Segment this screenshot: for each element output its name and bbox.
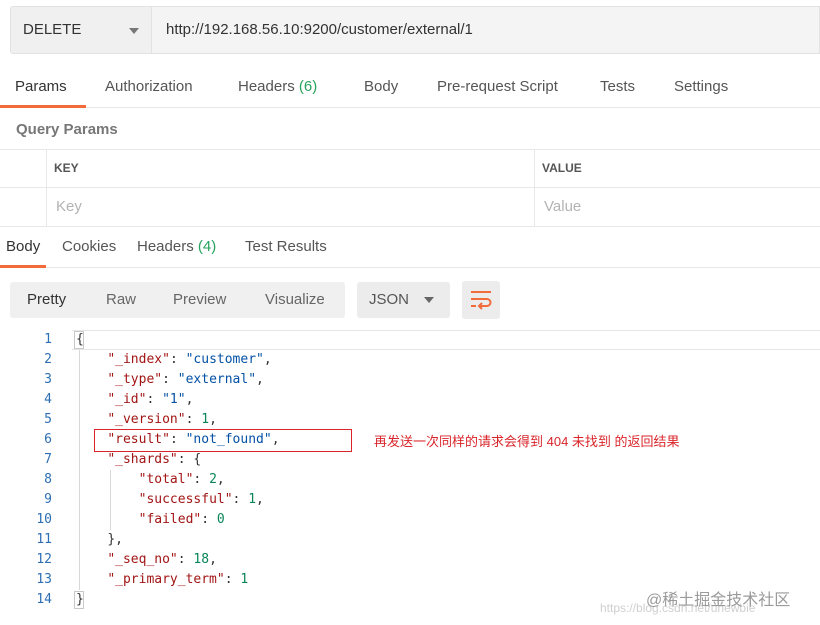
visualize-button[interactable]: Visualize <box>265 291 325 308</box>
code-line: "failed": 0 <box>138 512 225 527</box>
line-number: 1 <box>44 332 52 347</box>
format-label: JSON <box>369 291 410 308</box>
tab-settings[interactable]: Settings <box>674 78 728 95</box>
line-number: 12 <box>36 552 52 567</box>
column-divider <box>534 150 535 226</box>
line-number: 4 <box>44 392 52 407</box>
tab-response-headers[interactable]: Headers (4) <box>137 238 216 255</box>
code-line: "_index": "customer", <box>107 352 272 367</box>
tab-body[interactable]: Body <box>364 78 398 95</box>
view-mode-group: Pretty Raw Preview Visualize <box>10 282 345 318</box>
wrap-lines-button[interactable] <box>462 281 500 319</box>
code-line: "_seq_no": 18, <box>107 552 217 567</box>
chevron-down-icon <box>129 28 139 34</box>
tab-response-body[interactable]: Body <box>6 238 40 255</box>
code-line: "_primary_term": 1 <box>107 572 249 587</box>
line-number: 6 <box>44 432 52 447</box>
tab-tests[interactable]: Tests <box>600 78 635 95</box>
line-number: 3 <box>44 372 52 387</box>
tab-authorization[interactable]: Authorization <box>105 78 193 95</box>
annotation-highlight-box <box>94 429 352 452</box>
tab-test-results[interactable]: Test Results <box>245 238 327 255</box>
method-select[interactable]: DELETE <box>10 6 152 54</box>
headers-count: (6) <box>298 78 318 95</box>
pretty-button[interactable]: Pretty <box>27 291 66 308</box>
tab-pre-request-script[interactable]: Pre-request Script <box>437 78 558 95</box>
code-line: "_shards": { <box>107 452 202 467</box>
chevron-down-icon <box>424 297 434 303</box>
line-number: 5 <box>44 412 52 427</box>
code-line: "_type": "external", <box>107 372 264 387</box>
line-number: 13 <box>36 572 52 587</box>
table-header-row <box>0 150 820 188</box>
table-row <box>0 188 820 227</box>
line-number: 7 <box>44 452 52 467</box>
annotation-text: 再发送一次同样的请求会得到 404 未找到 的返回结果 <box>374 434 680 449</box>
query-params-title: Query Params <box>16 121 118 138</box>
code-line: "total": 2, <box>138 472 225 487</box>
active-line-highlight <box>72 330 820 350</box>
tab-cookies[interactable]: Cookies <box>62 238 116 255</box>
request-tabs: Params Authorization Headers (6) Body Pr… <box>0 66 820 108</box>
line-number: 2 <box>44 352 52 367</box>
url-input[interactable]: http://192.168.56.10:9200/customer/exter… <box>152 6 820 54</box>
response-body-editor[interactable]: 1 2 3 4 5 6 7 8 9 10 11 12 13 14 { "_ind… <box>0 330 820 625</box>
response-tabs: Body Cookies Headers (4) Test Results <box>0 228 820 268</box>
line-number: 14 <box>36 592 52 607</box>
code-line: "_version": 1, <box>107 412 217 427</box>
line-number: 10 <box>36 512 52 527</box>
preview-button[interactable]: Preview <box>173 291 226 308</box>
key-column-header: KEY <box>54 161 79 175</box>
wrap-lines-icon <box>471 291 492 310</box>
code-line: "successful": 1, <box>138 492 264 507</box>
active-tab-indicator <box>0 105 86 108</box>
raw-button[interactable]: Raw <box>106 291 136 308</box>
method-label: DELETE <box>23 21 82 38</box>
value-input[interactable]: Value <box>544 198 581 215</box>
column-divider <box>46 150 47 226</box>
line-number: 9 <box>44 492 52 507</box>
line-number: 8 <box>44 472 52 487</box>
code-line: } <box>76 592 84 607</box>
active-tab-indicator <box>0 265 46 268</box>
tab-params[interactable]: Params <box>15 78 67 95</box>
watermark-text: @稀土掘金技术社区 <box>646 592 791 609</box>
code-line: { <box>76 332 84 347</box>
value-column-header: VALUE <box>542 161 582 175</box>
format-select[interactable]: JSON <box>357 282 450 318</box>
url-text: http://192.168.56.10:9200/customer/exter… <box>166 21 473 38</box>
query-params-table: KEY VALUE Key Value <box>0 149 820 227</box>
response-headers-count: (4) <box>197 238 217 255</box>
request-url-bar: DELETE http://192.168.56.10:9200/custome… <box>0 0 820 60</box>
code-line: "_id": "1", <box>107 392 194 407</box>
line-number: 11 <box>36 532 52 547</box>
code-line: }, <box>107 532 123 547</box>
key-input[interactable]: Key <box>56 198 82 215</box>
tab-headers[interactable]: Headers (6) <box>238 78 317 95</box>
